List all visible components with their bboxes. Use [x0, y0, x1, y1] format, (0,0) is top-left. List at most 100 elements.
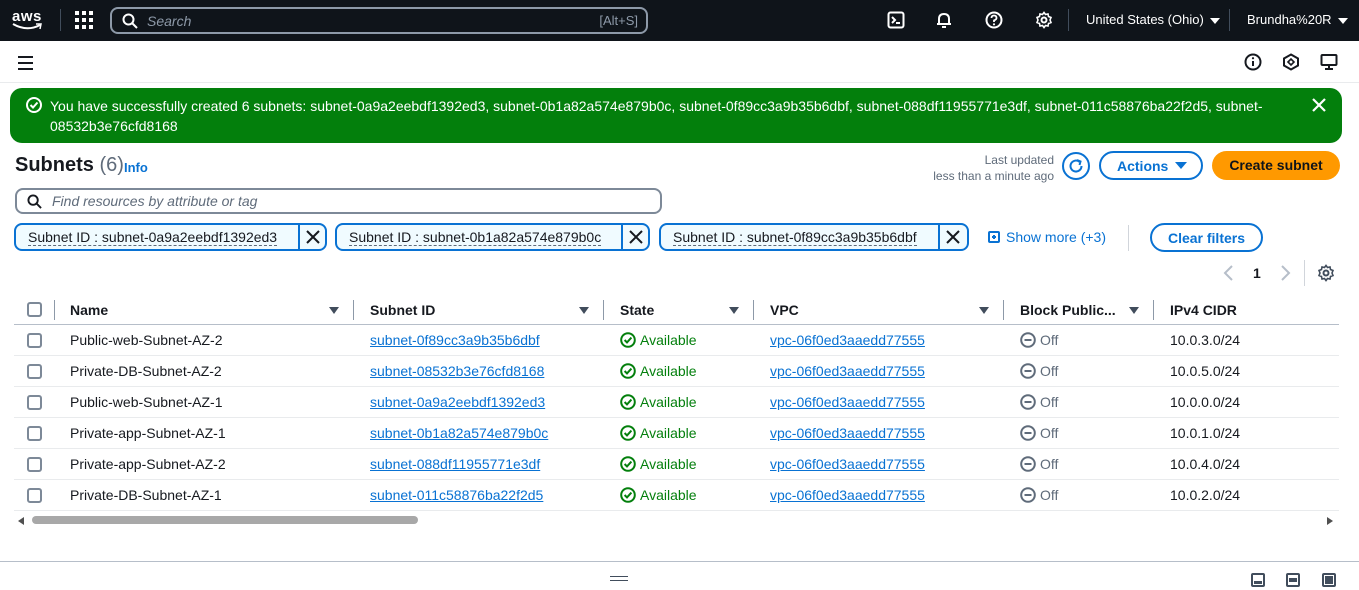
- status-off-icon: [1020, 394, 1036, 410]
- table-row[interactable]: Private-app-Subnet-AZ-1 subnet-0b1a82a574…: [14, 418, 1339, 449]
- sort-icon[interactable]: [579, 307, 589, 314]
- panel-bottom-icon[interactable]: [1251, 573, 1265, 587]
- table-row[interactable]: Public-web-Subnet-AZ-1 subnet-0a9a2eebdf1…: [14, 387, 1339, 418]
- row-checkbox[interactable]: [27, 364, 42, 379]
- refresh-button[interactable]: [1062, 152, 1090, 180]
- menu-icon[interactable]: [18, 56, 33, 74]
- column-divider[interactable]: [1003, 300, 1004, 320]
- subnet-name: Public-web-Subnet-AZ-2: [70, 332, 223, 348]
- sort-icon[interactable]: [1129, 307, 1139, 314]
- close-icon[interactable]: [1312, 98, 1326, 112]
- horizontal-scrollbar[interactable]: [14, 514, 1339, 528]
- remove-token-icon[interactable]: [946, 230, 960, 244]
- caret-down-icon: [1175, 162, 1187, 169]
- page-number[interactable]: 1: [1253, 265, 1261, 281]
- column-header-state[interactable]: State: [620, 302, 654, 318]
- column-header-vpc[interactable]: VPC: [770, 302, 799, 318]
- status-available-icon: [620, 394, 636, 410]
- row-checkbox[interactable]: [27, 333, 42, 348]
- row-checkbox[interactable]: [27, 395, 42, 410]
- filter-token[interactable]: Subnet ID : subnet-0f89cc3a9b35b6dbf: [659, 223, 969, 251]
- actions-button[interactable]: Actions: [1099, 151, 1203, 180]
- row-checkbox[interactable]: [27, 426, 42, 441]
- column-divider[interactable]: [603, 300, 604, 320]
- region-selector[interactable]: United States (Ohio): [1086, 12, 1220, 27]
- vpc-link[interactable]: vpc-06f0ed3aaedd77555: [770, 394, 925, 410]
- create-subnet-button[interactable]: Create subnet: [1212, 151, 1340, 180]
- subnet-id-link[interactable]: subnet-011c58876ba22f2d5: [370, 487, 543, 503]
- column-header-name[interactable]: Name: [70, 302, 108, 318]
- filter-token[interactable]: Subnet ID : subnet-0b1a82a574e879b0c: [335, 223, 650, 251]
- resource-count: (6): [99, 154, 124, 176]
- chevron-left-icon[interactable]: [1222, 264, 1236, 282]
- row-checkbox[interactable]: [27, 488, 42, 503]
- column-divider[interactable]: [1153, 300, 1154, 320]
- block-public-access: Off: [1020, 487, 1058, 503]
- table-row[interactable]: Private-app-Subnet-AZ-2 subnet-088df11955…: [14, 449, 1339, 480]
- table-preferences-gear-icon[interactable]: [1317, 264, 1335, 282]
- subnet-id-link[interactable]: subnet-08532b3e76cfd8168: [370, 363, 544, 379]
- block-public-access-label: Off: [1040, 394, 1059, 410]
- property-filter-input[interactable]: Find resources by attribute or tag: [15, 188, 662, 214]
- info-link[interactable]: Info: [124, 160, 148, 175]
- vpc-link[interactable]: vpc-06f0ed3aaedd77555: [770, 456, 925, 472]
- drag-handle-icon[interactable]: [610, 576, 628, 584]
- remove-token-icon[interactable]: [306, 230, 320, 244]
- sort-icon[interactable]: [729, 307, 739, 314]
- aws-logo[interactable]: aws: [12, 8, 46, 34]
- subnet-name: Private-DB-Subnet-AZ-2: [70, 363, 222, 379]
- subnet-id-link[interactable]: subnet-0a9a2eebdf1392ed3: [370, 394, 545, 410]
- screen-icon[interactable]: [1320, 53, 1338, 71]
- vpc-link[interactable]: vpc-06f0ed3aaedd77555: [770, 425, 925, 441]
- column-header-block-public-access[interactable]: Block Public...: [1020, 302, 1116, 318]
- sort-icon[interactable]: [329, 307, 339, 314]
- vpc-link[interactable]: vpc-06f0ed3aaedd77555: [770, 363, 925, 379]
- column-header-ipv4-cidr[interactable]: IPv4 CIDR: [1170, 302, 1237, 318]
- cloudshell-icon[interactable]: [887, 11, 905, 29]
- column-divider[interactable]: [753, 300, 754, 320]
- help-icon[interactable]: [985, 11, 1003, 29]
- table-row[interactable]: Public-web-Subnet-AZ-2 subnet-0f89cc3a9b3…: [14, 325, 1339, 356]
- subnets-table: Name Subnet ID State VPC Block Public...…: [14, 294, 1339, 511]
- show-more-label: Show more (+3): [1006, 229, 1106, 245]
- ipv4-cidr: 10.0.1.0/24: [1170, 425, 1241, 441]
- remove-token-icon[interactable]: [629, 230, 643, 244]
- table-row[interactable]: Private-DB-Subnet-AZ-2 subnet-08532b3e76c…: [14, 356, 1339, 387]
- status-off-icon: [1020, 487, 1036, 503]
- panel-full-icon[interactable]: [1322, 573, 1336, 587]
- services-grid-icon[interactable]: [75, 11, 93, 29]
- top-navigation: aws Search [Alt+S] United States (Ohio) …: [0, 0, 1359, 41]
- scroll-left-icon[interactable]: [18, 517, 24, 525]
- chevron-right-icon[interactable]: [1278, 264, 1292, 282]
- show-more-tokens-link[interactable]: Show more (+3): [988, 229, 1106, 245]
- block-public-access-label: Off: [1040, 456, 1059, 472]
- bell-icon[interactable]: [935, 11, 953, 29]
- clear-filters-button[interactable]: Clear filters: [1150, 223, 1263, 252]
- scroll-right-icon[interactable]: [1327, 517, 1333, 525]
- column-header-subnet-id[interactable]: Subnet ID: [370, 302, 435, 318]
- ipv4-cidr: 10.0.5.0/24: [1170, 363, 1241, 379]
- block-public-access-label: Off: [1040, 425, 1059, 441]
- info-icon[interactable]: [1244, 53, 1262, 71]
- row-checkbox[interactable]: [27, 457, 42, 472]
- block-public-access-label: Off: [1040, 363, 1059, 379]
- vpc-link[interactable]: vpc-06f0ed3aaedd77555: [770, 487, 925, 503]
- subnet-id-link[interactable]: subnet-0f89cc3a9b35b6dbf: [370, 332, 540, 348]
- panel-middle-icon[interactable]: [1286, 573, 1300, 587]
- select-all-checkbox[interactable]: [27, 302, 42, 317]
- success-flashbar: You have successfully created 6 subnets:…: [10, 88, 1342, 143]
- subnet-id-link[interactable]: subnet-088df11955771e3df: [370, 456, 540, 472]
- scrollbar-thumb[interactable]: [32, 516, 418, 524]
- column-divider[interactable]: [353, 300, 354, 320]
- vpc-link[interactable]: vpc-06f0ed3aaedd77555: [770, 332, 925, 348]
- gear-icon[interactable]: [1035, 11, 1053, 29]
- feedback-icon[interactable]: [1282, 53, 1300, 71]
- filter-token[interactable]: Subnet ID : subnet-0a9a2eebdf1392ed3: [14, 223, 327, 251]
- sort-icon[interactable]: [979, 307, 989, 314]
- subnet-id-link[interactable]: subnet-0b1a82a574e879b0c: [370, 425, 548, 441]
- status-off-icon: [1020, 456, 1036, 472]
- ipv4-cidr: 10.0.3.0/24: [1170, 332, 1241, 348]
- table-row[interactable]: Private-DB-Subnet-AZ-1 subnet-011c58876ba…: [14, 480, 1339, 511]
- account-menu[interactable]: Brundha%20R: [1247, 12, 1348, 27]
- global-search-input[interactable]: Search [Alt+S]: [110, 7, 648, 34]
